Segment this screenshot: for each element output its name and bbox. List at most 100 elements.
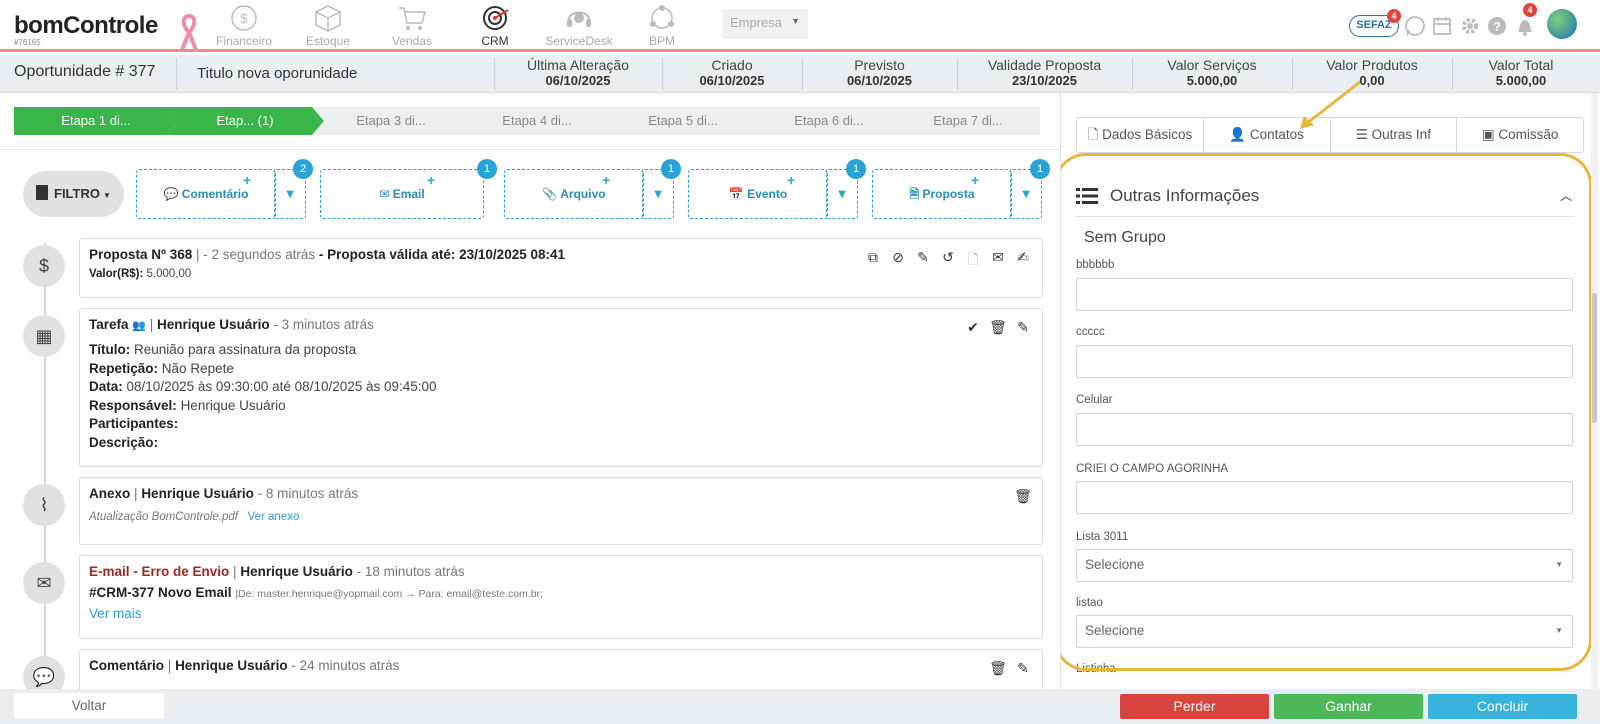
item-title: Proposta Nº 368	[89, 247, 193, 262]
field-value: Reunião para assinatura da proposta	[134, 342, 357, 357]
sign-icon[interactable]: ✍	[1014, 249, 1032, 273]
conclude-button[interactable]: Concluir	[1428, 694, 1577, 719]
separator: |	[167, 658, 172, 673]
user-avatar[interactable]	[1547, 9, 1577, 39]
win-button[interactable]: Ganhar	[1274, 694, 1423, 719]
module-estoque[interactable]: Estoque	[289, 4, 367, 48]
trash-icon[interactable]: 🗑	[1014, 488, 1032, 505]
item-title: Tarefa	[89, 317, 129, 332]
scrollbar-thumb[interactable]	[1592, 293, 1597, 423]
info-valor-servicos: Valor Serviços 5.000,00	[1167, 57, 1257, 88]
whatsapp-icon[interactable]	[1404, 15, 1426, 37]
module-label: BPM	[648, 34, 675, 48]
field-value: Não Repete	[161, 360, 234, 376]
annotation-arrow	[1300, 80, 1361, 129]
item-title: Comentário	[89, 658, 165, 673]
stage-2[interactable]: Etap... (1)	[166, 107, 324, 135]
stage-5[interactable]: Etapa 5 di...	[604, 107, 762, 135]
add-evento-button[interactable]: + 📅 Evento	[688, 169, 828, 219]
empresa-select-value: Empresa	[730, 15, 783, 30]
module-bpm[interactable]: BPM	[623, 4, 701, 48]
field-value: Henrique Usuário	[180, 397, 286, 413]
arquivo-count: 1	[661, 159, 681, 179]
help-icon[interactable]: ?	[1486, 15, 1508, 37]
comment-icon: 💬	[163, 187, 179, 201]
filter-button[interactable]: FILTRO ▼	[23, 171, 124, 217]
copy-icon[interactable]: ⧉	[864, 249, 882, 273]
highlight-outline	[1061, 153, 1592, 671]
envelope-icon: ✉	[379, 187, 390, 201]
filter-icon: ▼	[1019, 186, 1033, 201]
tab-comissao[interactable]: ▣ Comissão	[1457, 118, 1583, 152]
item-time: - 2 segundos atrás	[203, 247, 316, 262]
sefaz-label: SEFAZ	[1356, 19, 1392, 31]
filter-label: FILTRO	[54, 186, 100, 201]
timeline-item-comentario: Comentário | Henrique Usuário - 24 minut…	[79, 649, 1043, 689]
add-proposta-button[interactable]: + 🗎 Proposta	[872, 169, 1012, 219]
filter-icon: ▼	[835, 186, 849, 201]
trash-icon[interactable]: 🗑	[989, 319, 1007, 336]
module-financeiro[interactable]: $ Financeiro	[205, 4, 283, 48]
empresa-select[interactable]: Empresa ▼	[722, 9, 808, 39]
see-more-link[interactable]: Ver mais	[89, 606, 1033, 621]
history-icon[interactable]: ↺	[939, 249, 957, 273]
file-icon: 🗋	[1087, 127, 1099, 142]
view-attachment-link[interactable]: Ver anexo	[248, 511, 300, 523]
plus-icon: +	[602, 172, 611, 188]
back-button[interactable]: Voltar	[14, 693, 164, 719]
stage-7[interactable]: Etapa 7 di...	[896, 107, 1040, 135]
check-icon[interactable]: ✔	[964, 319, 982, 336]
module-servicedesk[interactable]: ServiceDesk	[540, 4, 618, 48]
caret-down-icon: ▼	[102, 191, 111, 200]
calendar-plus-icon: 📅	[728, 187, 744, 201]
users-icon: 👥	[132, 320, 146, 332]
stage-1[interactable]: Etapa 1 di...	[14, 107, 178, 135]
envelope-icon: ✉	[23, 562, 65, 604]
info-criado: Criado 06/10/2025	[699, 57, 765, 88]
stage-6[interactable]: Etapa 6 di...	[750, 107, 908, 135]
dollar-icon: $	[23, 245, 65, 287]
edit-icon[interactable]: ✎	[1014, 319, 1032, 336]
svg-text:?: ?	[1493, 19, 1501, 34]
item-time: - 8 minutos atrás	[257, 486, 359, 501]
module-crm[interactable]: CRM	[456, 4, 534, 48]
proposta-count: 1	[1030, 159, 1050, 179]
trash-icon[interactable]: 🗑	[989, 660, 1007, 677]
edit-icon[interactable]: ✎	[914, 249, 932, 273]
item-time: - 18 minutos atrás	[356, 564, 465, 579]
module-vendas[interactable]: Vendas	[373, 4, 451, 48]
comment-icon: 💬	[23, 656, 65, 689]
separator: |	[149, 317, 154, 332]
calendar-icon[interactable]	[1431, 15, 1453, 37]
stage-3[interactable]: Etapa 3 di...	[312, 107, 470, 135]
stage-4[interactable]: Etapa 4 di...	[458, 107, 616, 135]
gear-icon[interactable]	[1459, 15, 1481, 37]
opportunity-number: Oportunidade # 377	[14, 63, 156, 80]
item-user: Henrique Usuário	[141, 486, 254, 501]
tab-dados-basicos[interactable]: 🗋 Dados Básicos	[1077, 118, 1204, 152]
notification-badge: 4	[1523, 3, 1537, 17]
plus-icon: +	[427, 172, 436, 188]
document-icon: 🗎	[909, 187, 920, 201]
add-comentario-button[interactable]: + 💬 Comentário	[136, 169, 276, 219]
cancel-icon[interactable]: ⊘	[889, 249, 907, 273]
add-arquivo-button[interactable]: + 📎 Arquivo	[504, 169, 644, 219]
module-label: Financeiro	[215, 34, 273, 48]
details-panel: 🗋 Dados Básicos 👤 Contatos ☰ Outras Inf …	[1060, 93, 1600, 689]
paperclip-icon: 📎	[542, 187, 558, 201]
edit-icon[interactable]: ✎	[1014, 660, 1032, 677]
brand-logo[interactable]: bomControle	[14, 12, 158, 40]
opportunity-title[interactable]: Titulo nova oporunidade	[197, 65, 357, 82]
scrollbar[interactable]	[1591, 93, 1598, 689]
pdf-icon[interactable]: 🗋	[964, 249, 982, 273]
mail-icon[interactable]: ✉	[989, 249, 1007, 273]
lose-button[interactable]: Perder	[1120, 694, 1269, 719]
action-label: Proposta	[922, 187, 975, 201]
action-label: Comentário	[181, 187, 249, 201]
proposta-validity: - Proposta válida até: 23/10/2025 08:41	[318, 247, 565, 262]
add-email-button[interactable]: + ✉ Email	[320, 169, 484, 219]
email-subject: #CRM-377 Novo Email	[89, 585, 232, 600]
timeline-item-proposta: Proposta Nº 368 | - 2 segundos atrás - P…	[79, 238, 1043, 298]
bell-icon[interactable]	[1514, 15, 1536, 37]
proposta-actions: ⧉ ⊘ ✎ ↺ 🗋 ✉ ✍	[864, 249, 1032, 273]
